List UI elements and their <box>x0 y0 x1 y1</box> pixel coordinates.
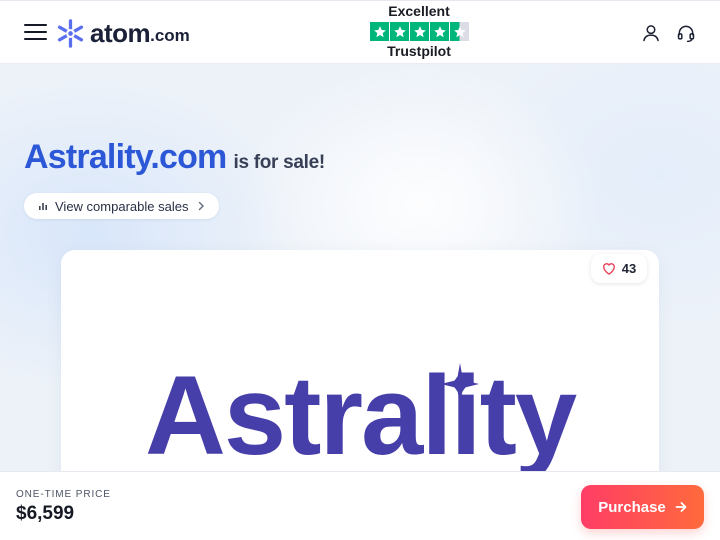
atom-logo[interactable]: atom .com <box>56 18 190 48</box>
purchase-bar: ONE-TIME PRICE $6,599 Purchase <box>0 471 720 540</box>
astrality-brand-logo: Astrality <box>145 353 577 472</box>
page-title: Astrality.com is for sale! <box>24 138 325 177</box>
logo-tld: .com <box>150 26 190 45</box>
trustpilot-rating-text: Excellent <box>388 3 450 19</box>
menu-icon[interactable] <box>24 23 48 41</box>
user-icon[interactable] <box>641 23 661 43</box>
sparkle-icon <box>441 363 479 405</box>
for-sale-text: is for sale! <box>233 152 325 173</box>
trustpilot-stars <box>370 22 469 41</box>
brand-wordmark: Astrality <box>145 353 577 472</box>
purchase-button[interactable]: Purchase <box>581 485 704 529</box>
domain-name: Astrality.com <box>24 138 227 176</box>
star-icon <box>430 22 449 41</box>
trustpilot-widget[interactable]: Excellent Trustpilot <box>369 3 469 60</box>
atom-logo-icon <box>57 18 84 48</box>
star-icon <box>370 22 389 41</box>
hero-section: Astrality.com is for sale! View comparab… <box>0 64 720 472</box>
view-comparable-sales-button[interactable]: View comparable sales <box>24 193 219 219</box>
like-button[interactable]: 43 <box>591 254 647 283</box>
star-icon <box>390 22 409 41</box>
view-comparable-sales-label: View comparable sales <box>55 198 189 214</box>
trustpilot-brand: Trustpilot <box>387 43 451 59</box>
star-icon <box>410 22 429 41</box>
like-count: 43 <box>621 261 637 276</box>
price-value: $6,599 <box>16 503 75 524</box>
headset-icon[interactable] <box>676 23 696 43</box>
heart-icon <box>602 263 615 275</box>
chevron-right-icon <box>199 201 205 211</box>
purchase-label: Purchase <box>598 498 666 516</box>
half-star-icon <box>450 22 469 41</box>
site-header: atom .com Excellent Trustpilot <box>0 0 720 64</box>
price-label: ONE-TIME PRICE <box>16 489 111 500</box>
bar-chart-icon <box>39 203 47 210</box>
logo-name: atom <box>90 18 151 48</box>
domain-logo-card: 43 Astrality <box>61 250 659 472</box>
arrow-right-icon <box>675 502 687 512</box>
